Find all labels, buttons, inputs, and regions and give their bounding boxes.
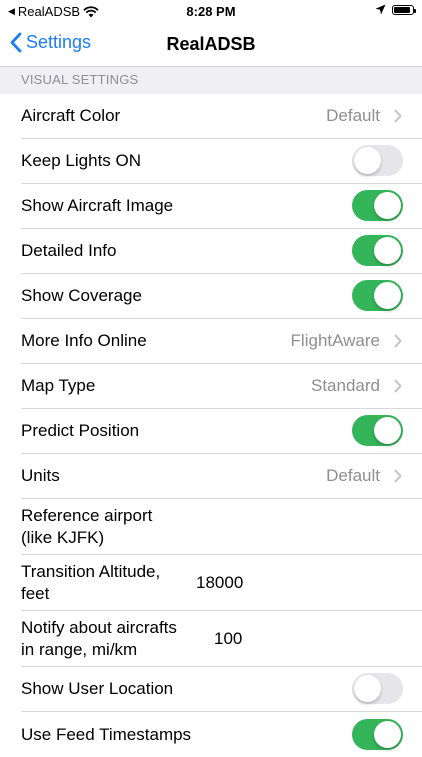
row-map-type[interactable]: Map Type Standard (0, 364, 422, 409)
row-predict-position: Predict Position (0, 409, 422, 454)
row-label: Detailed Info (21, 241, 117, 260)
row-transition-altitude: Transition Altitude, feet 18000 (0, 555, 422, 611)
keep-lights-toggle[interactable] (352, 145, 403, 176)
row-label: Units (21, 466, 60, 485)
status-time: 8:28 PM (186, 4, 236, 19)
navigation-bar: Settings RealADSB (0, 24, 422, 66)
row-label-line2: feet (21, 583, 50, 603)
row-label-line1: Reference airport (21, 505, 153, 525)
show-user-location-toggle[interactable] (352, 673, 403, 704)
chevron-right-icon (394, 109, 402, 123)
row-label-line1: Notify about aircrafts (21, 617, 177, 637)
row-label: Map Type (21, 376, 96, 395)
row-label-line2: (like KJFK) (21, 527, 105, 547)
row-detailed-info: Detailed Info (0, 229, 422, 274)
chevron-right-icon (394, 469, 402, 483)
row-label: Reference airport (like KJFK) (21, 505, 152, 549)
row-label: Show User Location (21, 679, 174, 698)
row-show-user-location: Show User Location (0, 667, 422, 712)
row-notify-range: Notify about aircrafts in range, mi/km 1… (0, 611, 422, 667)
row-label: More Info Online (21, 331, 147, 350)
battery-icon (392, 4, 416, 15)
row-value: FlightAware (290, 331, 380, 350)
detailed-info-toggle[interactable] (352, 235, 403, 266)
show-aircraft-image-toggle[interactable] (352, 190, 403, 221)
row-label: Show Aircraft Image (21, 196, 174, 215)
row-label: Transition Altitude, feet (21, 561, 160, 605)
row-value: Default (326, 466, 380, 485)
row-use-feed-timestamps: Use Feed Timestamps (0, 712, 422, 757)
settings-list: Aircraft Color Default Keep Lights ON Sh… (0, 94, 422, 757)
row-label: Notify about aircrafts in range, mi/km (21, 617, 177, 661)
location-arrow-icon (375, 4, 386, 15)
section-header-visual-settings: VISUAL SETTINGS (0, 66, 422, 94)
row-reference-airport: Reference airport (like KJFK) (0, 499, 422, 555)
row-label-line2: in range, mi/km (21, 639, 138, 659)
page-title: RealADSB (166, 34, 256, 54)
transition-altitude-field[interactable]: 18000 (196, 573, 243, 593)
row-value: Default (326, 106, 380, 125)
status-right (375, 4, 416, 15)
row-keep-lights-on: Keep Lights ON (0, 139, 422, 184)
row-label: Show Coverage (21, 286, 142, 305)
status-bar: ◀ RealADSB 8:28 PM (0, 0, 422, 24)
row-label: Aircraft Color (21, 106, 121, 125)
row-label-line1: Transition Altitude, (21, 561, 161, 581)
row-show-coverage: Show Coverage (0, 274, 422, 319)
row-label: Keep Lights ON (21, 151, 142, 170)
reference-airport-field[interactable] (196, 507, 402, 547)
row-more-info-online[interactable]: More Info Online FlightAware (0, 319, 422, 364)
show-coverage-toggle[interactable] (352, 280, 403, 311)
row-aircraft-color[interactable]: Aircraft Color Default (0, 94, 422, 139)
row-label: Use Feed Timestamps (21, 724, 192, 744)
row-show-aircraft-image: Show Aircraft Image (0, 184, 422, 229)
chevron-right-icon (394, 379, 402, 393)
row-units[interactable]: Units Default (0, 454, 422, 499)
predict-position-toggle[interactable] (352, 415, 403, 446)
notify-range-field[interactable]: 100 (214, 629, 242, 649)
chevron-right-icon (394, 334, 402, 348)
row-value: Standard (311, 376, 380, 395)
use-feed-timestamps-toggle[interactable] (352, 718, 403, 750)
row-label: Predict Position (21, 421, 140, 440)
